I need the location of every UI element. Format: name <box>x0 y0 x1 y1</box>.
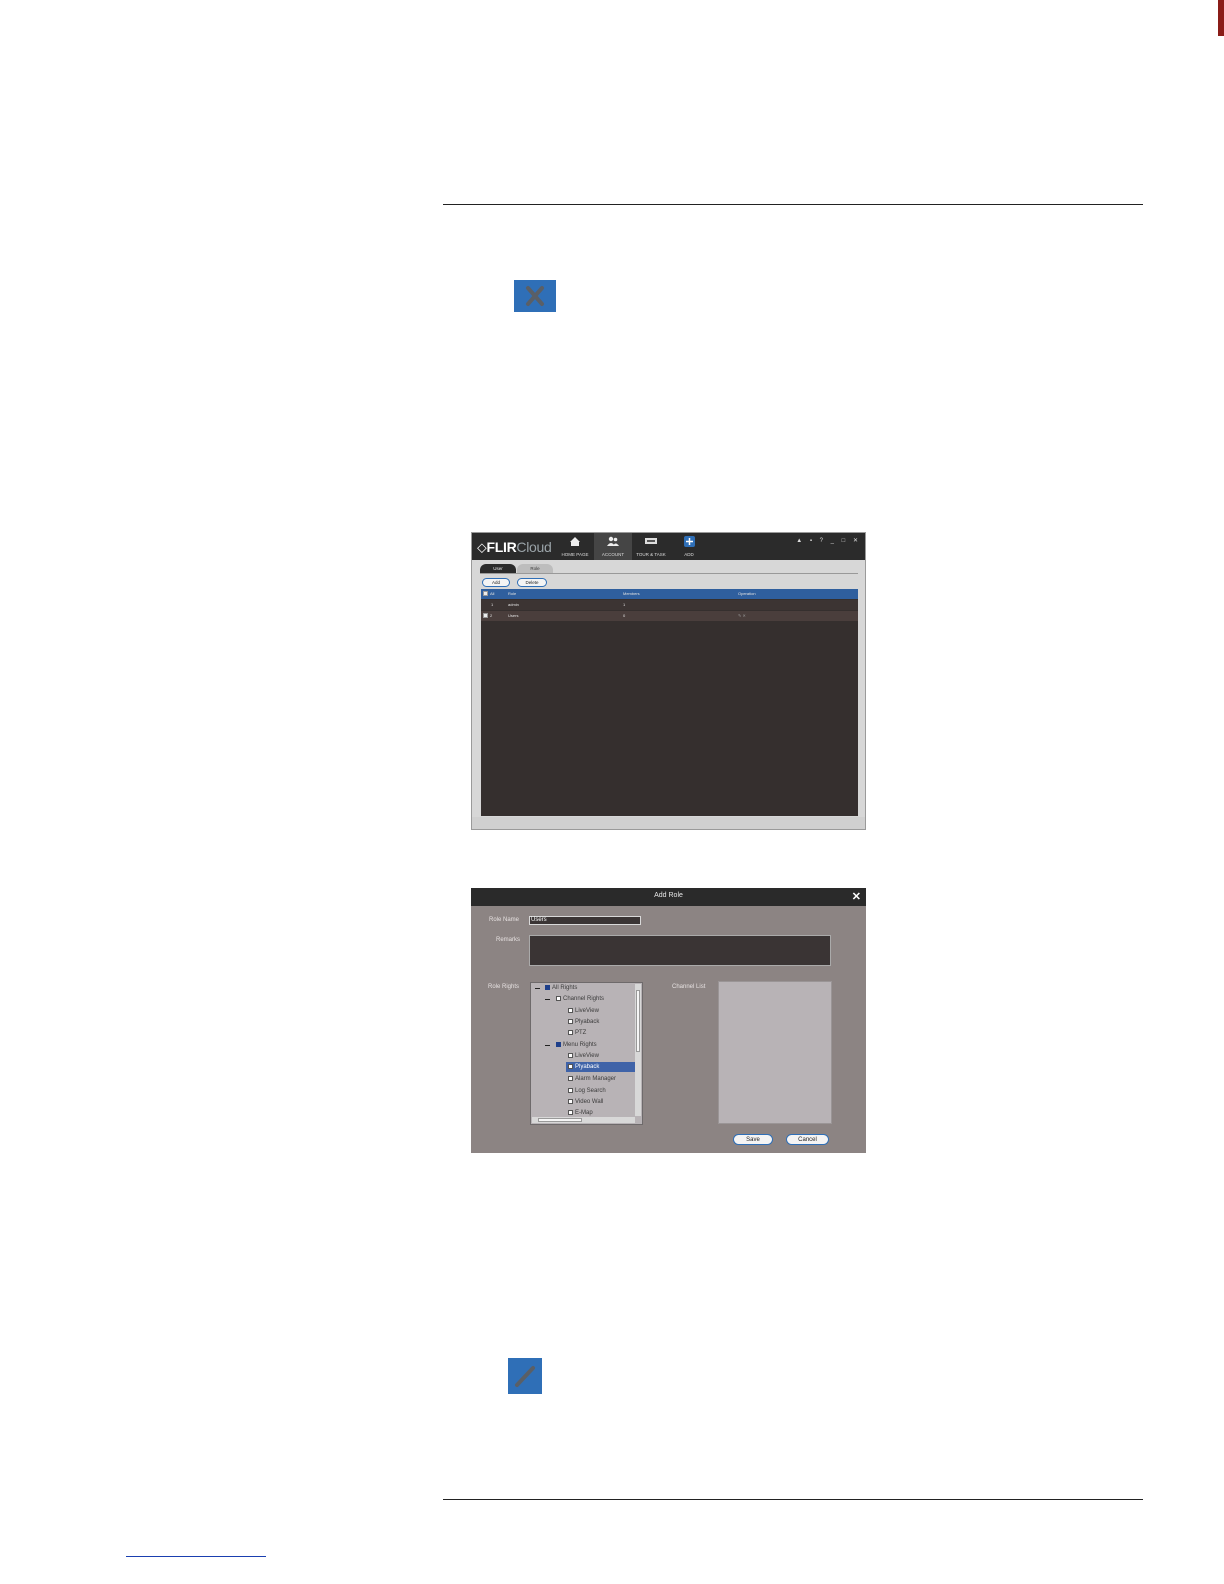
dialog-titlebar: Add Role ✕ <box>471 888 866 906</box>
row-role: Users <box>508 613 519 618</box>
window-bottom-strip <box>472 817 865 829</box>
window-controls[interactable]: ▲ ▪ ? _ □ ✕ <box>796 537 861 544</box>
footer-link-underline[interactable] <box>126 1556 266 1557</box>
add-button[interactable]: Add <box>482 578 510 587</box>
tree-menu-liveview[interactable]: LiveView <box>568 1051 599 1061</box>
channel-list-box[interactable] <box>718 981 832 1124</box>
checkbox-icon[interactable] <box>568 1053 573 1058</box>
tour-icon <box>645 538 657 544</box>
cancel-button[interactable]: Cancel <box>786 1134 829 1145</box>
home-icon <box>570 537 580 546</box>
role-rights-tree[interactable]: All Rights Channel Rights LiveView Plyab… <box>530 982 643 1125</box>
add-role-dialog: Add Role ✕ Role Name Users Remarks Role … <box>471 888 866 1153</box>
checkbox-icon[interactable] <box>568 1076 573 1081</box>
remarks-textarea[interactable] <box>529 935 831 966</box>
tree-vertical-scrollbar[interactable] <box>635 984 641 1116</box>
subtab-divider <box>480 573 858 574</box>
nav-add[interactable]: ADD <box>670 533 708 560</box>
checkbox-icon[interactable] <box>568 1064 573 1069</box>
row-number: 1 <box>491 602 494 607</box>
checkbox-icon[interactable] <box>568 1008 573 1013</box>
bottom-rule <box>443 1499 1143 1500</box>
checkbox-icon[interactable] <box>568 1088 573 1093</box>
row-operation-icons[interactable]: ✎ ✕ <box>738 611 746 621</box>
delete-icon <box>514 280 556 312</box>
checkbox-icon[interactable] <box>556 996 561 1001</box>
header-all: All <box>490 591 495 596</box>
collapse-icon[interactable] <box>545 1045 550 1046</box>
flir-cloud-logo: ⬦FLIRCloud <box>477 539 552 555</box>
tree-horizontal-scrollbar[interactable] <box>532 1117 635 1123</box>
row-role: admin <box>508 602 519 607</box>
row-members: 0 <box>623 613 626 618</box>
role-name-label: Role Name <box>489 917 520 923</box>
tree-all-rights[interactable]: All Rights <box>545 983 577 993</box>
tree-channel-ptz[interactable]: PTZ <box>568 1028 586 1038</box>
row-checkbox[interactable] <box>483 613 488 618</box>
checkbox-icon[interactable] <box>568 1019 573 1024</box>
edit-pencil-icon <box>508 1358 542 1394</box>
checkbox-icon[interactable] <box>556 1042 561 1047</box>
select-all-checkbox[interactable] <box>483 591 488 596</box>
tree-channel-playback[interactable]: Plyaback <box>568 1017 599 1027</box>
tree-menu-video-wall[interactable]: Video Wall <box>568 1097 603 1107</box>
scrollbar-thumb[interactable] <box>538 1118 582 1122</box>
tree-channel-liveview[interactable]: LiveView <box>568 1006 599 1016</box>
tab-user[interactable]: User <box>480 564 516 573</box>
role-table: All Role Members Operation 1 admin 1 2 U… <box>481 589 858 816</box>
header-role: Role <box>508 591 517 596</box>
tree-menu-rights[interactable]: Menu Rights <box>556 1040 597 1050</box>
remarks-label: Remarks <box>496 937 521 943</box>
table-header: All Role Members Operation <box>481 589 858 599</box>
page-side-mark <box>1218 0 1224 36</box>
tree-menu-log-search[interactable]: Log Search <box>568 1086 606 1096</box>
top-rule <box>443 204 1143 205</box>
table-row[interactable]: 1 admin 1 <box>481 600 858 610</box>
tab-role[interactable]: Role <box>517 564 553 573</box>
users-icon <box>607 536 619 546</box>
tree-channel-rights[interactable]: Channel Rights <box>556 994 604 1004</box>
tree-menu-playback[interactable]: Plyaback <box>566 1062 638 1072</box>
role-rights-label: Role Rights <box>488 984 520 990</box>
dialog-title: Add Role <box>654 892 683 899</box>
table-row[interactable]: 2 Users 0 ✎ ✕ <box>481 611 858 621</box>
flir-cloud-window: ⬦FLIRCloud HOME PAGE ACCOUNT TOUR & TASK <box>471 532 866 830</box>
scrollbar-thumb[interactable] <box>636 990 640 1052</box>
delete-button[interactable]: Delete <box>517 578 547 587</box>
row-number: 2 <box>490 613 493 618</box>
checkbox-icon[interactable] <box>568 1099 573 1104</box>
role-name-input[interactable]: Users <box>529 916 641 925</box>
app-topbar: ⬦FLIRCloud HOME PAGE ACCOUNT TOUR & TASK <box>472 533 865 560</box>
collapse-icon[interactable] <box>545 999 550 1000</box>
close-icon[interactable]: ✕ <box>852 890 861 903</box>
checkbox-icon[interactable] <box>568 1110 573 1115</box>
tree-menu-alarm-manager[interactable]: Alarm Manager <box>568 1074 616 1084</box>
row-members: 1 <box>623 602 626 607</box>
channel-list-label: Channel List <box>672 984 706 990</box>
header-members: Members <box>623 591 640 596</box>
checkbox-icon[interactable] <box>545 985 550 990</box>
checkbox-icon[interactable] <box>568 1030 573 1035</box>
collapse-icon[interactable] <box>535 988 540 989</box>
header-operation: Operation <box>738 591 756 596</box>
save-button[interactable]: Save <box>733 1134 773 1145</box>
plus-icon <box>683 536 695 547</box>
